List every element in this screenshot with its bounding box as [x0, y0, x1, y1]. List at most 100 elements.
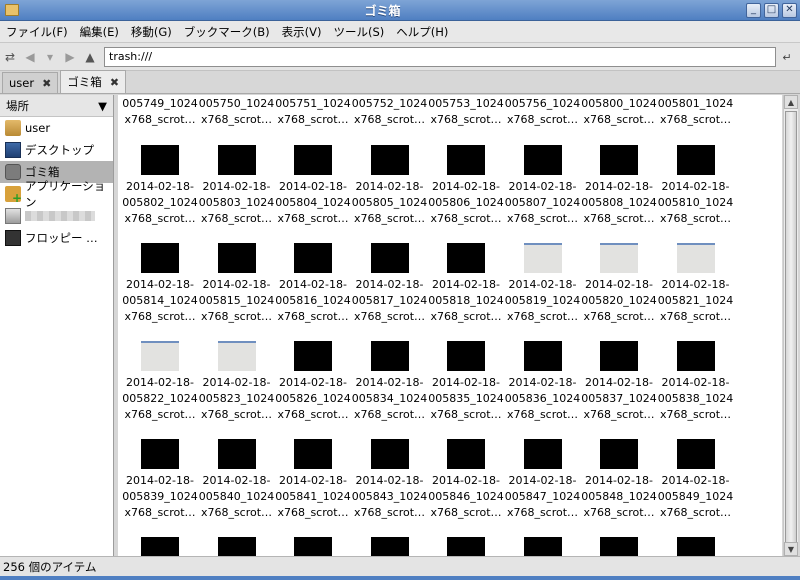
file-name-line: x768_scrot…	[200, 506, 273, 519]
menu-tools[interactable]: ツール(S)	[327, 21, 390, 43]
file-name-line: 2014-02-18-	[585, 474, 653, 487]
file-name-line: 2014-02-18-	[661, 376, 730, 389]
file-name-line: 2014-02-18-	[661, 474, 730, 487]
file-thumbnail	[523, 243, 562, 273]
sidebar-item-floppy[interactable]: フロッピー …	[0, 227, 113, 249]
sidebar-item-label: アプリケーション	[25, 179, 106, 209]
file-name-line: x768_scrot…	[659, 506, 732, 519]
places-dropdown[interactable]: 場所 ▼	[0, 95, 113, 117]
file-name-line: 2014-02-18-	[508, 180, 577, 193]
menu-go[interactable]: 移動(G)	[125, 21, 178, 43]
window-border	[0, 576, 800, 580]
file-name-line: x768_scrot…	[277, 212, 349, 225]
minimize-button[interactable]: _	[746, 2, 761, 18]
sidebar-item-desktop[interactable]: デスクトップ	[0, 139, 113, 161]
file-name-line: 005834_1024	[351, 392, 428, 405]
file-thumbnail	[141, 341, 179, 371]
maximize-button[interactable]: □	[764, 2, 779, 18]
forward-icon[interactable]: ▶	[60, 46, 80, 68]
file-thumbnail	[600, 145, 638, 175]
file-thumbnail	[523, 439, 562, 469]
menu-edit[interactable]: 編集(E)	[74, 21, 125, 43]
file-name-line: x768_scrot…	[277, 310, 349, 323]
scroll-down-icon[interactable]: ▼	[784, 542, 798, 556]
sidebar-item-label: デスクトップ	[25, 143, 94, 157]
file-name-line: 005826_1024	[275, 392, 351, 405]
file-thumbnail	[676, 537, 715, 556]
close-tab-icon[interactable]: ✖	[110, 76, 119, 89]
back-history-icon[interactable]: ▾	[40, 46, 60, 68]
tab-user[interactable]: user ✖	[2, 72, 59, 93]
file-thumbnail	[370, 341, 409, 371]
file-name-line: 2014-02-18-	[355, 278, 424, 291]
file-name-line: x768_scrot…	[430, 310, 502, 323]
file-name-line: 005801_1024	[657, 97, 734, 110]
file-thumbnail	[217, 243, 256, 273]
applications-icon	[5, 186, 22, 205]
file-name-line: 2014-02-18-	[355, 474, 424, 487]
file-thumbnail	[523, 341, 562, 371]
file-thumbnail	[294, 243, 332, 273]
scroll-up-icon[interactable]: ▲	[784, 95, 798, 109]
file-thumbnail	[676, 341, 715, 371]
toolbar: ⇄ ◀ ▾ ▶ ▲ trash:/// ↵	[0, 43, 800, 71]
tab-trash[interactable]: ゴミ箱 ✖	[60, 70, 127, 93]
menu-bookmarks[interactable]: ブックマーク(B)	[178, 21, 276, 43]
file-thumbnail	[676, 243, 715, 273]
file-name-line: x768_scrot…	[200, 113, 273, 126]
file-name-line: 005823_1024	[198, 392, 275, 405]
sidebar-item-user[interactable]: user	[0, 117, 113, 139]
file-thumbnail	[141, 145, 179, 175]
file-name-line: 005756_1024	[504, 97, 581, 110]
back-icon[interactable]: ◀	[20, 46, 40, 68]
file-thumbnail	[370, 243, 409, 273]
file-name-line: x768_scrot…	[659, 113, 732, 126]
file-name-line: 2014-02-18-	[279, 180, 347, 193]
file-thumbnail	[294, 341, 332, 371]
toggle-location-icon[interactable]: ⇄	[0, 46, 20, 68]
file-name-line: 005837_1024	[581, 392, 657, 405]
file-thumbnail	[447, 243, 485, 273]
file-name-line: 2014-02-18-	[355, 376, 424, 389]
file-name-line: x768_scrot…	[506, 113, 579, 126]
scrollbar-thumb[interactable]	[785, 111, 797, 553]
file-name-line: 005818_1024	[428, 294, 504, 307]
file-name-line: x768_scrot…	[430, 212, 502, 225]
file-name-line: 005810_1024	[657, 196, 734, 209]
file-name-line: x768_scrot…	[277, 506, 349, 519]
menu-help[interactable]: ヘルプ(H)	[390, 21, 454, 43]
file-name-line: 2014-02-18-	[432, 376, 500, 389]
file-name-line: x768_scrot…	[124, 113, 196, 126]
file-name-line: 005822_1024	[122, 392, 198, 405]
file-name-line: x768_scrot…	[583, 506, 655, 519]
file-name-line: x768_scrot…	[659, 408, 732, 421]
file-name-line: 005820_1024	[581, 294, 657, 307]
location-input[interactable]: trash:///	[104, 47, 776, 67]
file-view[interactable]: 005749_1024 x768_scrot… 005750_1024 x768_sc…	[118, 95, 782, 556]
file-thumbnail	[217, 537, 256, 556]
file-name-line: x768_scrot…	[353, 212, 426, 225]
menu-view[interactable]: 表示(V)	[276, 21, 328, 43]
vertical-scrollbar[interactable]: ▲ ▼	[783, 95, 798, 556]
folder-icon	[5, 4, 19, 16]
file-name-line: 005749_1024	[122, 97, 198, 110]
trash-icon	[5, 164, 21, 180]
file-name-line: 2014-02-18-	[355, 180, 424, 193]
close-tab-icon[interactable]: ✖	[42, 77, 51, 90]
file-thumbnail	[370, 439, 409, 469]
file-name-line: x768_scrot…	[200, 212, 273, 225]
menu-file[interactable]: ファイル(F)	[0, 21, 74, 43]
up-icon[interactable]: ▲	[80, 46, 100, 68]
file-name-line: x768_scrot…	[430, 113, 502, 126]
sidebar-item-applications[interactable]: アプリケーション	[0, 179, 113, 209]
file-name-line: 2014-02-18-	[508, 278, 577, 291]
file-name-line: x768_scrot…	[583, 113, 655, 126]
title-bar[interactable]: ゴミ箱 _ □ ✕	[0, 0, 800, 21]
close-button[interactable]: ✕	[782, 2, 797, 18]
file-thumbnail	[676, 145, 715, 175]
file-name-line: 005753_1024	[428, 97, 504, 110]
go-icon[interactable]: ↵	[778, 47, 796, 67]
file-thumbnail	[447, 439, 485, 469]
file-name-line: 2014-02-18-	[202, 376, 271, 389]
tab-label: ゴミ箱	[67, 75, 102, 89]
